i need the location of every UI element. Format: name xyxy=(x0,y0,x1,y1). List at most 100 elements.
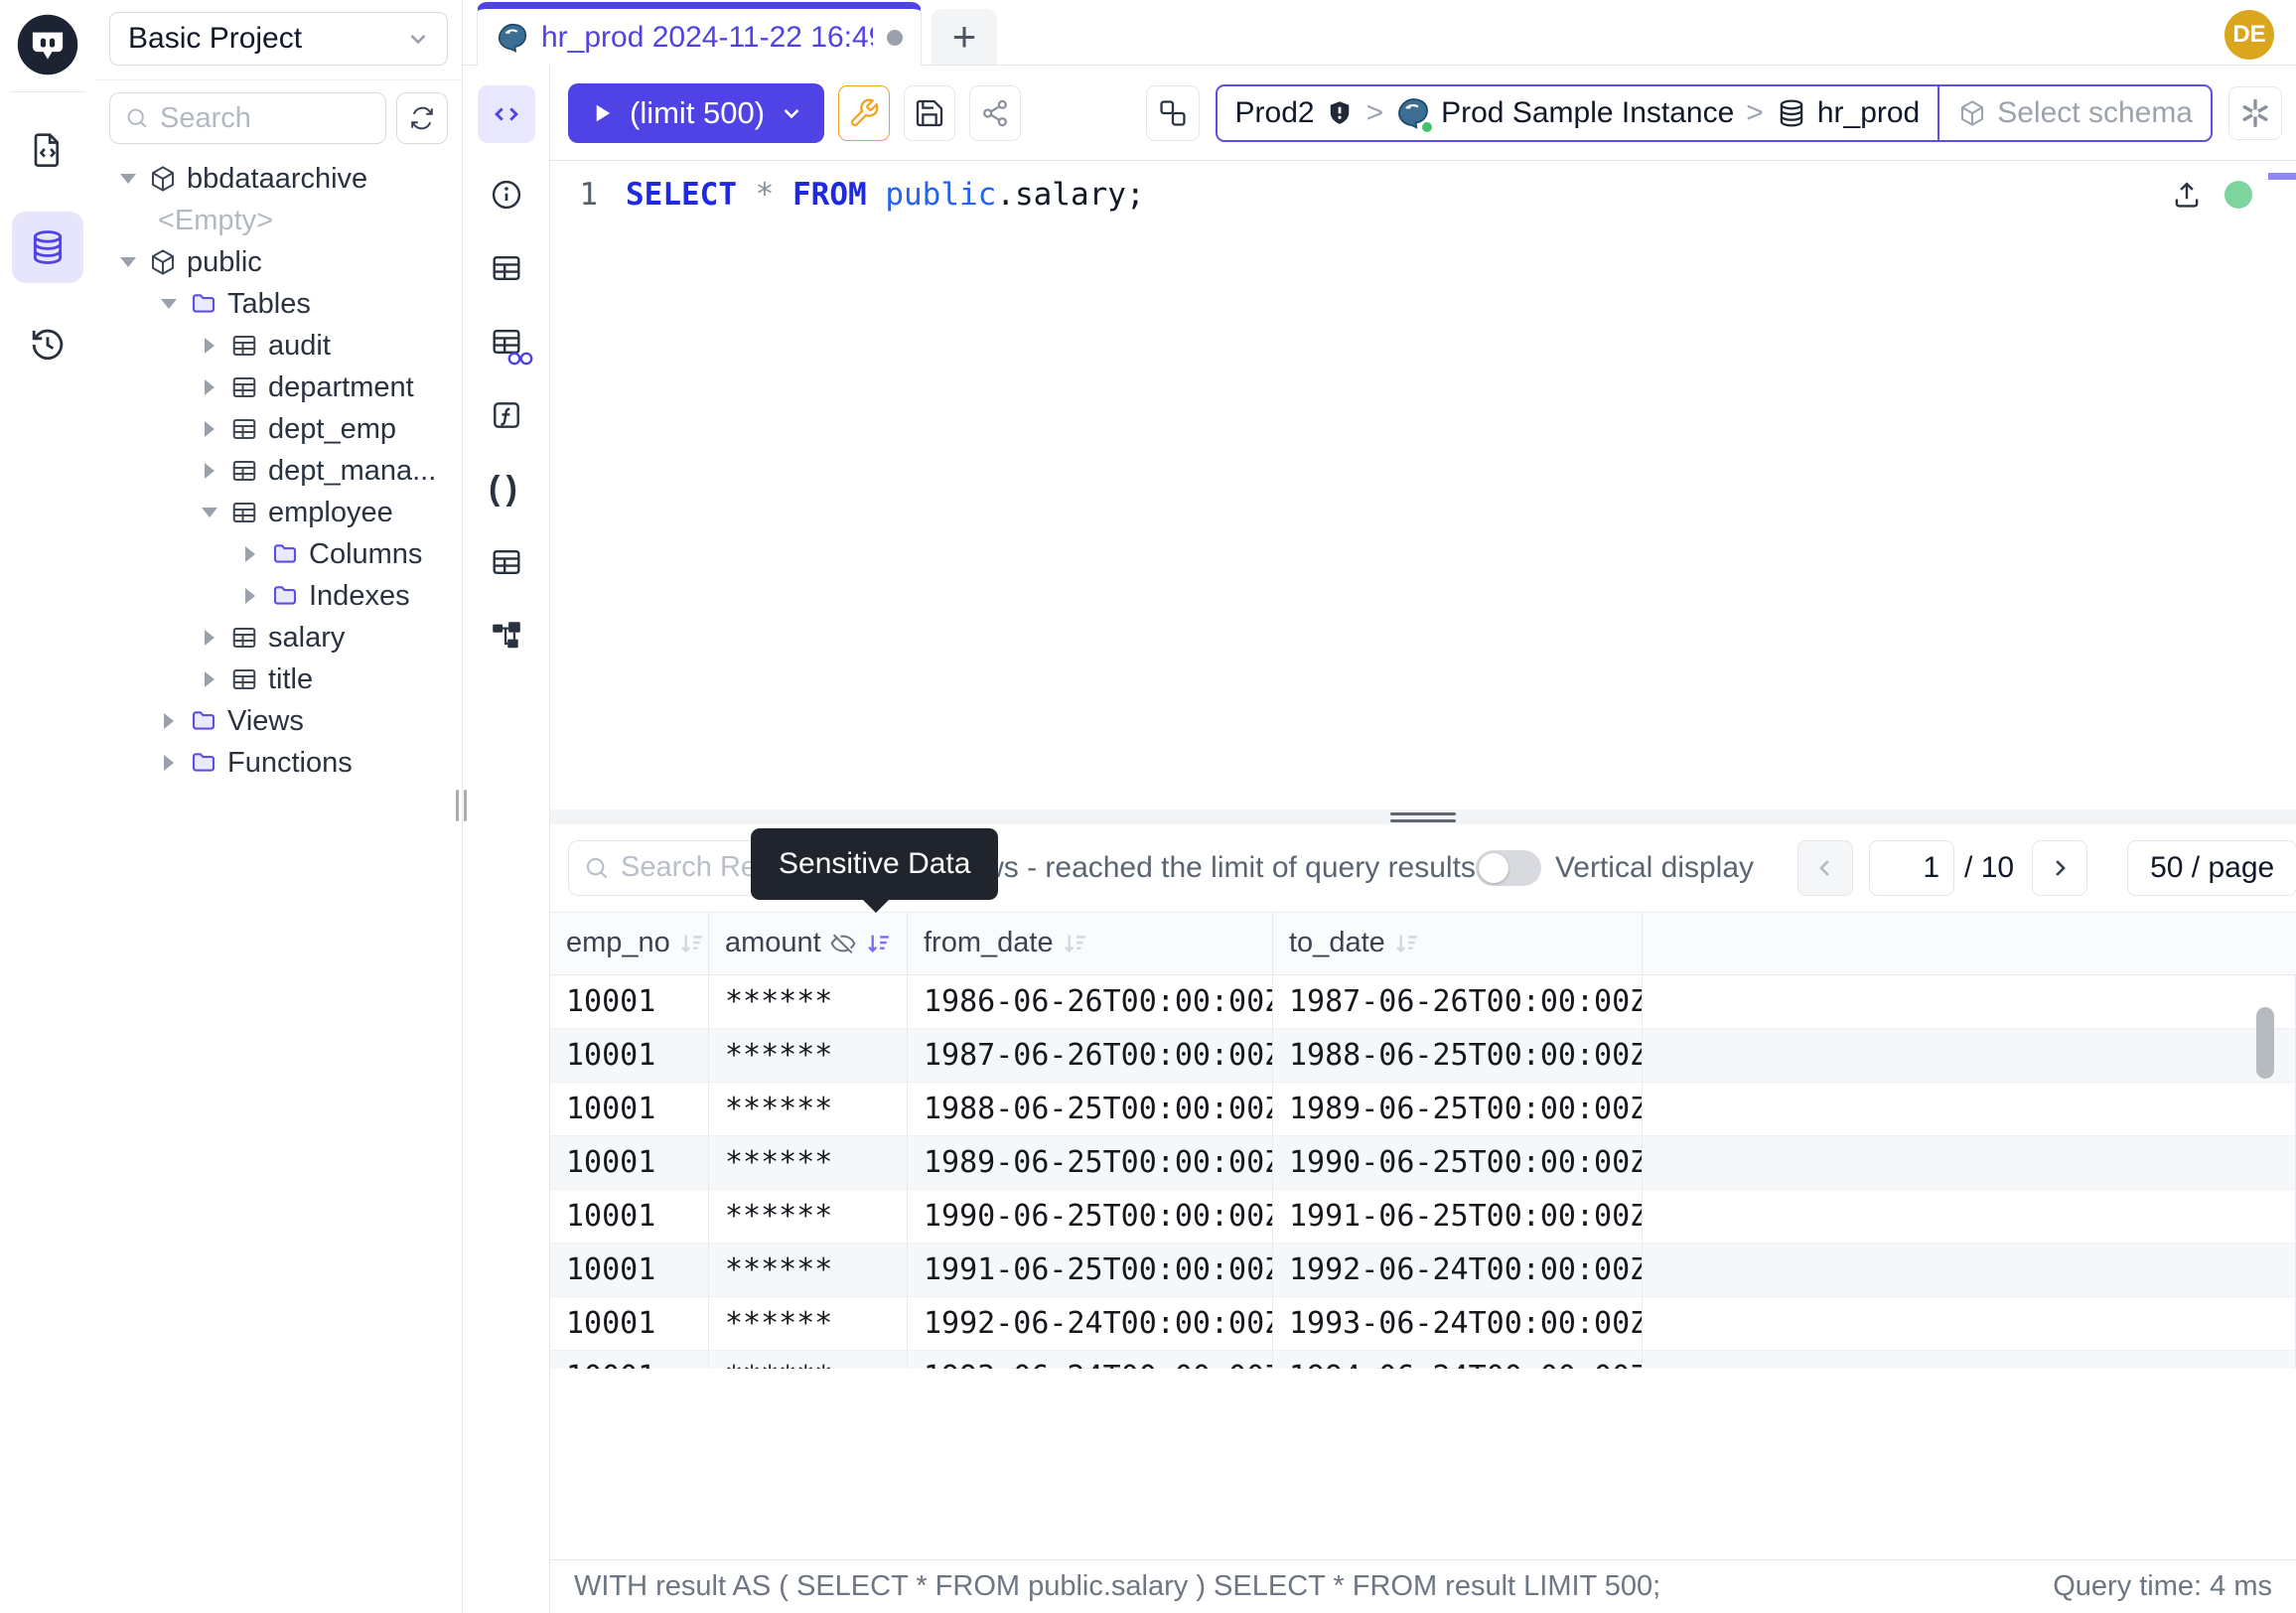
share-button[interactable] xyxy=(969,85,1021,141)
table-row[interactable]: 10001******1988-06-25T00:00:00Z1989-06-2… xyxy=(550,1083,2296,1136)
chevron-down-icon[interactable] xyxy=(779,100,804,126)
eye-off-icon[interactable] xyxy=(829,930,857,957)
tree-item-title[interactable]: title xyxy=(95,659,462,700)
cell[interactable]: 1986-06-26T00:00:00Z xyxy=(908,975,1273,1028)
masked-data-button[interactable] xyxy=(478,316,535,367)
masked-cell[interactable]: ****** xyxy=(709,1351,908,1369)
bytebase-logo-icon[interactable] xyxy=(15,12,80,77)
page-size-select[interactable]: 50 / page xyxy=(2127,840,2296,896)
tab-hr-prod[interactable]: hr_prod 2024-11-22 16:49 xyxy=(477,2,922,66)
column-header-to-date[interactable]: to_date xyxy=(1273,913,1643,974)
cell[interactable]: 1989-06-25T00:00:00Z xyxy=(1273,1083,1643,1135)
upload-icon[interactable] xyxy=(2171,179,2203,211)
cell[interactable]: 10001 xyxy=(550,975,709,1028)
select-schema-button[interactable]: Select schema xyxy=(1937,86,2211,140)
caret-right-icon[interactable] xyxy=(245,546,255,562)
cell[interactable]: 1987-06-26T00:00:00Z xyxy=(908,1029,1273,1082)
rail-worksheet-button[interactable] xyxy=(12,114,83,186)
cell[interactable]: 1989-06-25T00:00:00Z xyxy=(908,1136,1273,1189)
table-row[interactable]: 10001******1987-06-26T00:00:00Z1988-06-2… xyxy=(550,1029,2296,1083)
run-query-button[interactable]: (limit 500) xyxy=(568,83,824,143)
avatar[interactable]: DE xyxy=(2224,10,2274,60)
cell[interactable]: 1988-06-25T00:00:00Z xyxy=(908,1083,1273,1135)
admin-wrench-button[interactable] xyxy=(838,85,890,141)
masked-cell[interactable]: ****** xyxy=(709,1297,908,1350)
cell[interactable]: 10001 xyxy=(550,1351,709,1369)
page-number-input[interactable] xyxy=(1869,840,1954,896)
column-header-from-date[interactable]: from_date xyxy=(908,913,1273,974)
table-row[interactable]: 10001******1990-06-25T00:00:00Z1991-06-2… xyxy=(550,1190,2296,1244)
caret-down-icon[interactable] xyxy=(120,174,136,184)
cell[interactable]: 1990-06-25T00:00:00Z xyxy=(1273,1136,1643,1189)
masked-cell[interactable]: ****** xyxy=(709,1083,908,1135)
caret-down-icon[interactable] xyxy=(161,299,177,309)
caret-right-icon[interactable] xyxy=(164,713,174,729)
cell[interactable]: 10001 xyxy=(550,1190,709,1243)
ai-assistant-button[interactable] xyxy=(2228,86,2282,140)
tree-item-salary[interactable]: salary xyxy=(95,617,462,659)
tree-item-employee[interactable]: employee xyxy=(95,492,462,533)
cell[interactable]: 10001 xyxy=(550,1297,709,1350)
schema-diagram-button[interactable] xyxy=(478,610,535,661)
cell[interactable]: 1988-06-25T00:00:00Z xyxy=(1273,1029,1643,1082)
table-scrollbar[interactable] xyxy=(2256,1007,2274,1079)
caret-down-icon[interactable] xyxy=(202,508,217,517)
column-header-emp-no[interactable]: emp_no xyxy=(550,913,709,974)
connection-compare-button[interactable] xyxy=(1146,85,1200,141)
caret-right-icon[interactable] xyxy=(205,421,215,437)
cell[interactable]: 1991-06-25T00:00:00Z xyxy=(908,1244,1273,1296)
cell[interactable]: 1993-06-24T00:00:00Z xyxy=(908,1351,1273,1369)
masked-cell[interactable]: ****** xyxy=(709,1190,908,1243)
caret-down-icon[interactable] xyxy=(120,257,136,267)
caret-right-icon[interactable] xyxy=(205,463,215,479)
tree-item-tables[interactable]: Tables xyxy=(95,283,462,325)
cell[interactable]: 1990-06-25T00:00:00Z xyxy=(908,1190,1273,1243)
cell[interactable]: 10001 xyxy=(550,1136,709,1189)
caret-right-icon[interactable] xyxy=(245,588,255,604)
project-selector[interactable]: Basic Project xyxy=(109,12,448,66)
masked-cell[interactable]: ****** xyxy=(709,975,908,1028)
tree-item-views[interactable]: Views xyxy=(95,700,462,742)
save-sheet-button[interactable] xyxy=(904,85,955,141)
rail-history-button[interactable] xyxy=(12,309,83,380)
sql-editor[interactable]: 1 SELECT * FROM public.salary; xyxy=(550,161,2296,809)
sort-icon[interactable] xyxy=(678,930,706,957)
masked-cell[interactable]: ****** xyxy=(709,1029,908,1082)
cell[interactable]: 1991-06-25T00:00:00Z xyxy=(1273,1190,1643,1243)
caret-right-icon[interactable] xyxy=(164,755,174,771)
tree-item-public[interactable]: public xyxy=(95,241,462,283)
cell[interactable]: 10001 xyxy=(550,1029,709,1082)
table-row[interactable]: 10001******1993-06-24T00:00:00Z1994-06-2… xyxy=(550,1351,2296,1369)
sidebar-search-input[interactable] xyxy=(160,102,371,135)
new-tab-button[interactable]: + xyxy=(932,9,997,65)
table-row[interactable]: 10001******1991-06-25T00:00:00Z1992-06-2… xyxy=(550,1244,2296,1297)
tree-item-bbdataarchive[interactable]: bbdataarchive xyxy=(95,158,462,200)
sort-icon[interactable] xyxy=(1062,930,1089,957)
tree-item-dept-manager[interactable]: dept_mana... xyxy=(95,450,462,492)
table-panel-button[interactable] xyxy=(478,242,535,294)
cell[interactable]: 1994-06-24T00:00:00Z xyxy=(1273,1351,1643,1369)
external-table-button[interactable] xyxy=(478,536,535,588)
cell[interactable]: 1987-06-26T00:00:00Z xyxy=(1273,975,1643,1028)
masked-cell[interactable]: ****** xyxy=(709,1244,908,1296)
vertical-display-toggle[interactable] xyxy=(1476,850,1541,886)
cell[interactable]: 10001 xyxy=(550,1083,709,1135)
functions-panel-button[interactable] xyxy=(478,389,535,441)
caret-right-icon[interactable] xyxy=(205,671,215,687)
cell[interactable]: 10001 xyxy=(550,1244,709,1296)
column-header-amount[interactable]: amount xyxy=(709,913,908,974)
caret-right-icon[interactable] xyxy=(205,379,215,395)
tree-item-indexes[interactable]: Indexes xyxy=(95,575,462,617)
sort-icon[interactable] xyxy=(865,930,893,957)
next-page-button[interactable] xyxy=(2032,840,2087,896)
tree-item-department[interactable]: department xyxy=(95,367,462,408)
tree-item-audit[interactable]: audit xyxy=(95,325,462,367)
prev-page-button[interactable] xyxy=(1797,840,1853,896)
panel-splitter[interactable] xyxy=(550,809,2296,824)
refresh-button[interactable] xyxy=(396,92,448,144)
caret-right-icon[interactable] xyxy=(205,338,215,354)
rail-database-button[interactable] xyxy=(12,212,83,283)
code-panel-button[interactable] xyxy=(478,85,535,143)
sidebar-search[interactable] xyxy=(109,92,386,144)
table-row[interactable]: 10001******1992-06-24T00:00:00Z1993-06-2… xyxy=(550,1297,2296,1351)
